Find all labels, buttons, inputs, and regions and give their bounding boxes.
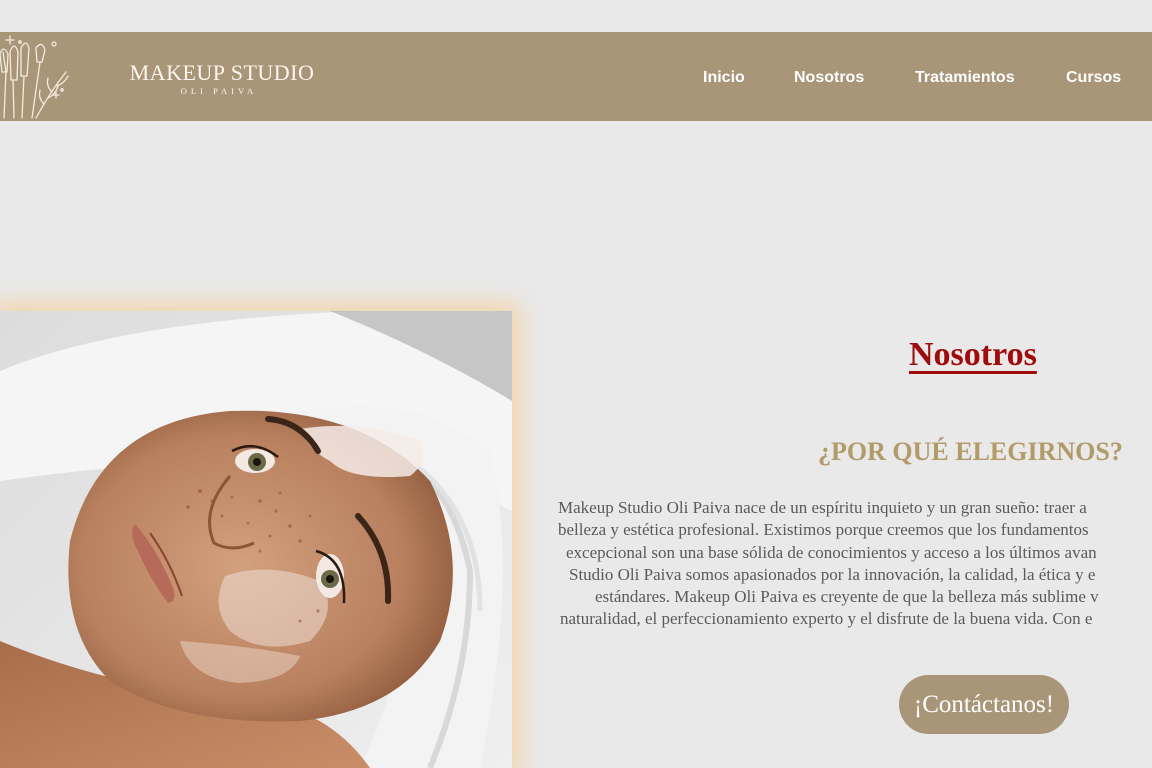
section-subtitle: ¿POR QUÉ ELEGIRNOS? — [818, 437, 1123, 466]
brand-logo[interactable]: MAKEUP STUDIO OLI PAIVA — [122, 60, 322, 96]
paragraph-line: Makeup Studio Oli Paiva nace de un espír… — [558, 498, 1087, 517]
nav-item-nosotros[interactable]: Nosotros — [794, 69, 864, 87]
paragraph-line: excepcional son una base sólida de conoc… — [566, 542, 1097, 562]
facial-treatment-photo — [0, 311, 512, 768]
nav-item-inicio[interactable]: Inicio — [703, 69, 745, 87]
paragraph-line: Studio Oli Paiva somos apasionados por l… — [569, 564, 1096, 584]
makeup-brushes-icon — [0, 35, 69, 119]
nav-item-cursos[interactable]: Cursos — [1066, 69, 1121, 87]
section-title: Nosotros — [909, 336, 1037, 373]
brand-subtitle: OLI PAIVA — [180, 86, 258, 96]
contact-button[interactable]: ¡Contáctanos! — [899, 675, 1069, 734]
navbar: MAKEUP STUDIO OLI PAIVA Inicio Nosotros … — [0, 32, 1152, 121]
brand-title: MAKEUP STUDIO — [129, 60, 315, 85]
paragraph-line: belleza y estética profesional. Existimo… — [558, 520, 1089, 540]
top-strip — [0, 0, 1152, 32]
paragraph-line: estándares. Makeup Oli Paiva es creyente… — [595, 587, 1099, 607]
nav-item-tratamientos[interactable]: Tratamientos — [915, 69, 1015, 87]
paragraph-line: naturalidad, el perfeccionamiento expert… — [560, 609, 1093, 629]
photo-illustration — [0, 311, 512, 768]
about-paragraph: Makeup Studio Oli Paiva nace de un espír… — [548, 497, 1152, 637]
